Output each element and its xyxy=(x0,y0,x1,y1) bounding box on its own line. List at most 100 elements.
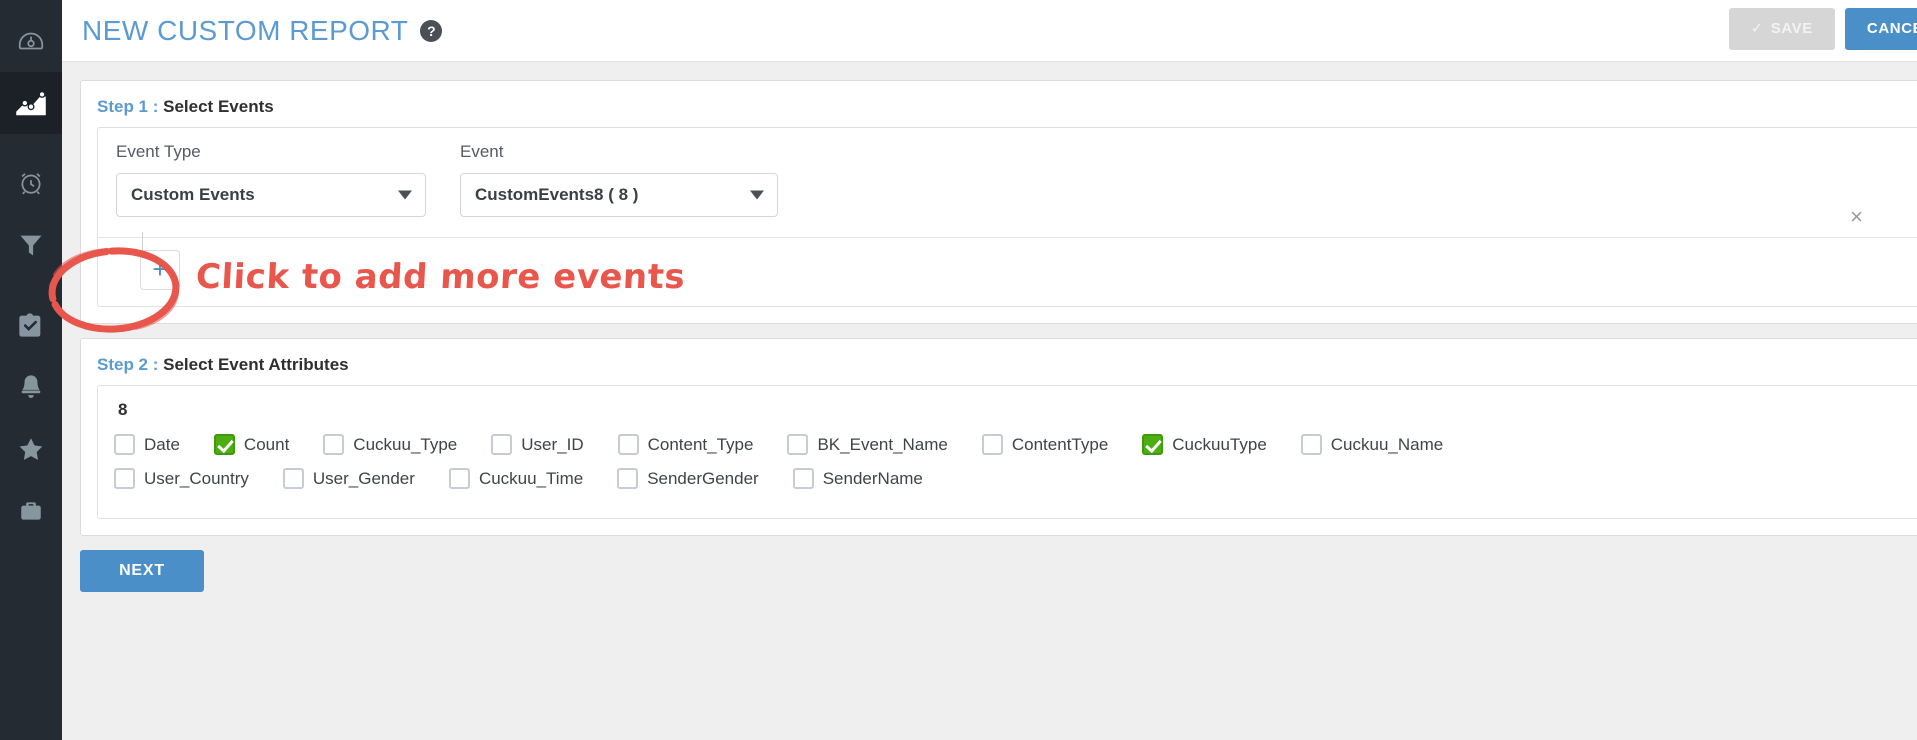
page-title: NEW CUSTOM REPORT xyxy=(82,14,409,46)
step-1-title: Step 1 : Select Events xyxy=(81,81,1917,127)
checkbox-icon[interactable] xyxy=(448,468,470,489)
analytics-chart-icon xyxy=(15,88,47,118)
add-event-button[interactable]: + xyxy=(140,250,180,290)
attribute-label: Cuckuu_Time xyxy=(478,468,584,488)
step-2-card: Step 2 : Select Event Attributes 8 Date … xyxy=(80,338,1917,536)
attribute-group-count: 8 xyxy=(118,400,128,419)
sidebar-item-funnels[interactable] xyxy=(0,214,62,276)
left-nav-rail xyxy=(0,0,62,740)
connector-line xyxy=(142,232,143,258)
attribute-cuckuu-name[interactable]: Cuckuu_Name xyxy=(1300,434,1444,455)
checkbox-icon[interactable] xyxy=(792,468,814,489)
step-1-card: Step 1 : Select Events Event Type Custom… xyxy=(80,80,1917,324)
attribute-bk-event-name[interactable]: BK_Event_Name xyxy=(787,434,948,455)
event-label: Event xyxy=(460,142,504,161)
bell-notification-icon xyxy=(18,373,44,401)
checkbox-checked-icon[interactable] xyxy=(1142,434,1164,455)
top-header-bar: NEW CUSTOM REPORT ? ✓ SAVE CANCEL xyxy=(62,0,1917,62)
event-type-value: Custom Events xyxy=(131,185,255,204)
event-type-field: Event Type Custom Events xyxy=(116,142,426,217)
event-select[interactable]: CustomEvents8 ( 8 ) xyxy=(460,173,778,217)
attribute-date[interactable]: Date xyxy=(114,434,180,455)
event-value: CustomEvents8 ( 8 ) xyxy=(475,185,639,204)
check-icon: ✓ xyxy=(1750,20,1764,37)
attribute-contenttype[interactable]: ContentType xyxy=(981,434,1109,455)
attribute-label: ContentType xyxy=(1011,434,1109,454)
next-button[interactable]: NEXT xyxy=(80,550,204,592)
sidebar-item-analytics[interactable] xyxy=(0,72,62,134)
sidebar-item-favorites[interactable] xyxy=(0,418,62,480)
briefcase-icon xyxy=(18,498,44,524)
attribute-content-type-underscore[interactable]: Content_Type xyxy=(617,434,754,455)
attribute-count[interactable]: Count xyxy=(213,434,290,455)
step-1-heading: Select Events xyxy=(158,97,274,116)
footer-actions: NEXT xyxy=(80,550,1917,592)
attribute-label: User_Gender xyxy=(312,468,415,488)
attribute-sendername[interactable]: SenderName xyxy=(792,468,923,489)
event-fields: Event Type Custom Events Event CustomEve… xyxy=(116,142,1917,217)
attribute-label: BK_Event_Name xyxy=(817,434,948,454)
clipboard-check-icon xyxy=(18,311,44,339)
checkbox-icon[interactable] xyxy=(787,434,809,455)
checkbox-icon[interactable] xyxy=(282,468,304,489)
question-mark-icon[interactable]: ? xyxy=(420,19,443,42)
sidebar-item-tasks[interactable] xyxy=(0,294,62,356)
checkbox-icon[interactable] xyxy=(114,468,135,489)
event-type-label: Event Type xyxy=(116,142,201,161)
cancel-button[interactable]: CANCEL xyxy=(1844,8,1917,50)
save-button[interactable]: ✓ SAVE xyxy=(1728,8,1835,50)
attribute-user-id[interactable]: User_ID xyxy=(491,434,584,455)
attribute-row: User_Country User_Gender Cuckuu_Time Sen… xyxy=(114,468,1917,489)
attribute-user-country[interactable]: User_Country xyxy=(114,468,249,489)
checkbox-icon[interactable] xyxy=(114,434,135,455)
attribute-label: SenderGender xyxy=(647,468,759,488)
step-2-title: Step 2 : Select Event Attributes xyxy=(81,339,1917,385)
checkbox-icon[interactable] xyxy=(323,434,345,455)
step-2-label: Step 2 : xyxy=(97,355,159,374)
checkbox-icon[interactable] xyxy=(981,434,1003,455)
event-field: Event CustomEvents8 ( 8 ) xyxy=(460,142,778,217)
attribute-cuckuutype[interactable]: CuckuuType xyxy=(1142,434,1267,455)
attributes-panel: 8 Date Count Cuckuu_Type User_ID Content… xyxy=(97,385,1917,519)
event-selection-panel: Event Type Custom Events Event CustomEve… xyxy=(97,127,1917,307)
sidebar-item-alerts-schedule[interactable] xyxy=(0,152,62,214)
funnel-filter-icon xyxy=(17,231,45,259)
step-1-label: Step 1 : xyxy=(97,97,159,116)
alarm-clock-icon xyxy=(17,169,45,197)
attribute-label: CuckuuType xyxy=(1172,434,1267,454)
attribute-cuckuu-type[interactable]: Cuckuu_Type xyxy=(323,434,457,455)
checkbox-icon[interactable] xyxy=(1300,434,1322,455)
attribute-label: Date xyxy=(144,434,180,454)
sidebar-item-dashboard[interactable] xyxy=(0,10,62,72)
chevron-down-icon xyxy=(750,190,764,200)
attribute-row: Date Count Cuckuu_Type User_ID Content_T… xyxy=(114,434,1917,455)
sidebar-item-projects[interactable] xyxy=(0,480,62,542)
chevron-down-icon xyxy=(398,190,412,200)
attribute-cuckuu-time[interactable]: Cuckuu_Time xyxy=(448,468,584,489)
add-event-strip: + xyxy=(98,232,1917,306)
attribute-label: Cuckuu_Type xyxy=(353,434,458,454)
app-window: NEW CUSTOM REPORT ? ✓ SAVE CANCEL Step 1 … xyxy=(0,0,1917,740)
content-area: Step 1 : Select Events Event Type Custom… xyxy=(62,62,1917,740)
checkbox-icon[interactable] xyxy=(617,434,639,455)
attribute-label: Count xyxy=(243,434,290,454)
attribute-user-gender[interactable]: User_Gender xyxy=(282,468,415,489)
attribute-sendergender[interactable]: SenderGender xyxy=(617,468,759,489)
checkbox-checked-icon[interactable] xyxy=(213,434,235,455)
attribute-label: Cuckuu_Name xyxy=(1330,434,1444,454)
event-row: Event Type Custom Events Event CustomEve… xyxy=(98,128,1917,237)
checkbox-icon[interactable] xyxy=(617,468,639,489)
save-button-label: SAVE xyxy=(1770,20,1813,37)
attribute-label: Content_Type xyxy=(647,434,754,454)
sidebar-item-notifications[interactable] xyxy=(0,356,62,418)
cancel-button-label: CANCEL xyxy=(1866,20,1917,37)
checkbox-icon[interactable] xyxy=(491,434,513,455)
dashboard-icon xyxy=(16,26,46,56)
event-type-select[interactable]: Custom Events xyxy=(116,173,426,217)
attribute-label: User_Country xyxy=(144,468,249,488)
header-actions: ✓ SAVE CANCEL xyxy=(1728,8,1917,50)
remove-event-button[interactable]: × xyxy=(1850,206,1863,228)
star-favorite-icon xyxy=(17,435,45,463)
main-region: NEW CUSTOM REPORT ? ✓ SAVE CANCEL Step 1 … xyxy=(62,0,1917,740)
attribute-label: User_ID xyxy=(521,434,584,454)
